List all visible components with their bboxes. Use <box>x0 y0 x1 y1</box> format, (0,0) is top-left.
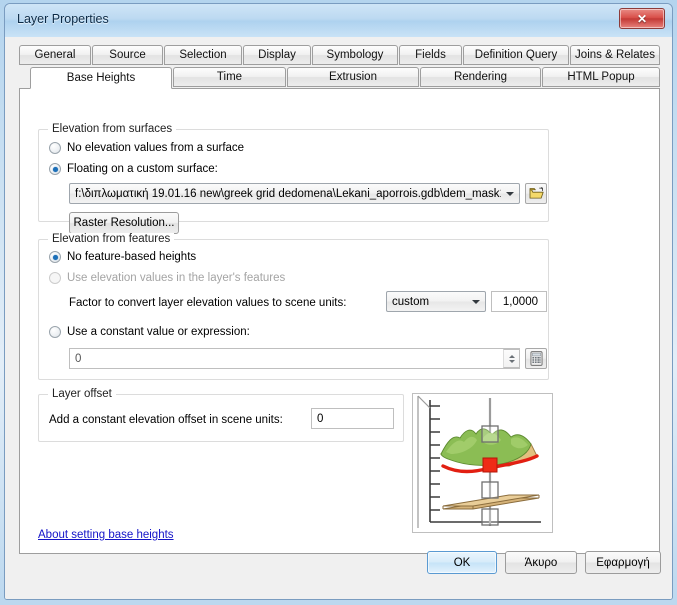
factor-value-field[interactable]: 1,0000 <box>491 291 547 312</box>
group-title: Elevation from surfaces <box>48 123 177 135</box>
radio-icon <box>49 272 61 284</box>
calculator-icon <box>529 351 543 366</box>
radio-floating-on-custom-surface[interactable]: Floating on a custom surface: <box>49 163 218 175</box>
tab-label: Selection <box>179 49 227 61</box>
group-title: Elevation from features <box>48 233 175 245</box>
radio-no-elevation-values[interactable]: No elevation values from a surface <box>49 142 244 154</box>
tab-source[interactable]: Source <box>92 45 163 65</box>
tab-label: HTML Popup <box>567 71 635 83</box>
elevation-from-surfaces-group: Elevation from surfaces No elevation val… <box>38 123 549 234</box>
tab-label: Extrusion <box>329 71 377 83</box>
tab-extrusion[interactable]: Extrusion <box>287 67 419 87</box>
constant-value-field[interactable]: 0 <box>69 348 520 369</box>
radio-label: No feature-based heights <box>67 251 197 263</box>
tab-strip: General Source Selection Display Symbolo… <box>19 45 660 89</box>
tab-definition-query[interactable]: Definition Query <box>463 45 569 65</box>
browse-surface-button[interactable] <box>525 183 547 204</box>
radio-use-constant-value[interactable]: Use a constant value or expression: <box>49 326 250 338</box>
layer-offset-value: 0 <box>317 412 324 425</box>
radio-icon <box>49 163 61 175</box>
factor-label: Factor to convert layer elevation values… <box>69 297 347 309</box>
dialog-footer: OK Άκυρο Εφαρμογή <box>5 519 672 599</box>
tab-html-popup[interactable]: HTML Popup <box>542 67 660 87</box>
button-label: Άκυρο <box>524 556 558 569</box>
layer-offset-field[interactable]: 0 <box>311 408 394 429</box>
tab-label: Source <box>109 49 146 61</box>
tab-label: General <box>34 49 76 61</box>
ok-button[interactable]: OK <box>427 551 497 574</box>
tab-label: Display <box>258 49 296 61</box>
surface-path-combo[interactable]: f:\διπλωματική 19.01.16 new\greek grid d… <box>69 183 520 204</box>
title-bar[interactable]: Layer Properties ✕ <box>5 4 672 37</box>
constant-value: 0 <box>75 352 82 365</box>
cancel-button[interactable]: Άκυρο <box>505 551 577 574</box>
tab-selection[interactable]: Selection <box>164 45 242 65</box>
spinner-up-icon[interactable] <box>508 354 515 358</box>
tab-rendering[interactable]: Rendering <box>420 67 541 87</box>
chevron-down-icon[interactable] <box>467 292 485 311</box>
radio-icon <box>49 142 61 154</box>
tab-general[interactable]: General <box>19 45 91 65</box>
tab-symbology[interactable]: Symbology <box>312 45 398 65</box>
folder-open-icon <box>529 187 544 199</box>
radio-label: Use a constant value or expression: <box>67 326 250 338</box>
tab-label: Rendering <box>453 71 508 83</box>
apply-button[interactable]: Εφαρμογή <box>585 551 661 574</box>
surface-path-value: f:\διπλωματική 19.01.16 new\greek grid d… <box>75 187 501 200</box>
tab-label: Time <box>216 71 243 83</box>
button-label: Raster Resolution... <box>73 217 175 229</box>
radio-icon <box>49 251 61 263</box>
base-heights-preview <box>412 393 553 533</box>
radio-use-layer-elevation-values: Use elevation values in the layer's feat… <box>49 272 285 284</box>
close-button[interactable]: ✕ <box>619 8 665 29</box>
button-label: OK <box>453 556 471 569</box>
base-heights-panel: Elevation from surfaces No elevation val… <box>19 88 660 554</box>
group-title: Layer offset <box>48 388 116 400</box>
tab-fields[interactable]: Fields <box>399 45 462 65</box>
factor-unit-value: custom <box>392 295 430 308</box>
chevron-down-icon[interactable] <box>501 184 519 203</box>
tab-label: Symbology <box>326 49 384 61</box>
window-title: Layer Properties <box>17 12 109 26</box>
spinner-down-icon[interactable] <box>508 359 515 363</box>
radio-label: Floating on a custom surface: <box>67 163 218 175</box>
dialog-body: General Source Selection Display Symbolo… <box>5 37 672 599</box>
tab-time[interactable]: Time <box>173 67 286 87</box>
tab-label: Fields <box>415 49 446 61</box>
tab-label: Joins & Relates <box>575 49 655 61</box>
tab-joins-and-relates[interactable]: Joins & Relates <box>570 45 660 65</box>
tab-label: Definition Query <box>474 49 558 61</box>
factor-value: 1,0000 <box>502 295 538 308</box>
factor-unit-combo[interactable]: custom <box>386 291 486 312</box>
radio-icon <box>49 326 61 338</box>
tab-display[interactable]: Display <box>243 45 311 65</box>
elevation-from-features-group: Elevation from features No feature-based… <box>38 233 549 380</box>
button-label: Εφαρμογή <box>596 556 650 569</box>
radio-label: Use elevation values in the layer's feat… <box>67 272 286 284</box>
radio-no-feature-based-heights[interactable]: No feature-based heights <box>49 251 196 263</box>
close-icon: ✕ <box>636 11 648 26</box>
tab-base-heights[interactable]: Base Heights <box>30 67 172 89</box>
expression-builder-button[interactable] <box>525 348 547 369</box>
base-heights-preview-graphic <box>417 395 541 528</box>
layer-offset-label: Add a constant elevation offset in scene… <box>49 414 283 426</box>
layer-offset-group: Layer offset Add a constant elevation of… <box>38 388 404 442</box>
layer-properties-dialog: Layer Properties ✕ General Source Select… <box>4 3 673 600</box>
tab-label: Base Heights <box>66 72 136 84</box>
radio-label: No elevation values from a surface <box>67 142 245 154</box>
constant-value-stepper[interactable] <box>503 349 520 368</box>
raster-resolution-button[interactable]: Raster Resolution... <box>69 212 179 234</box>
